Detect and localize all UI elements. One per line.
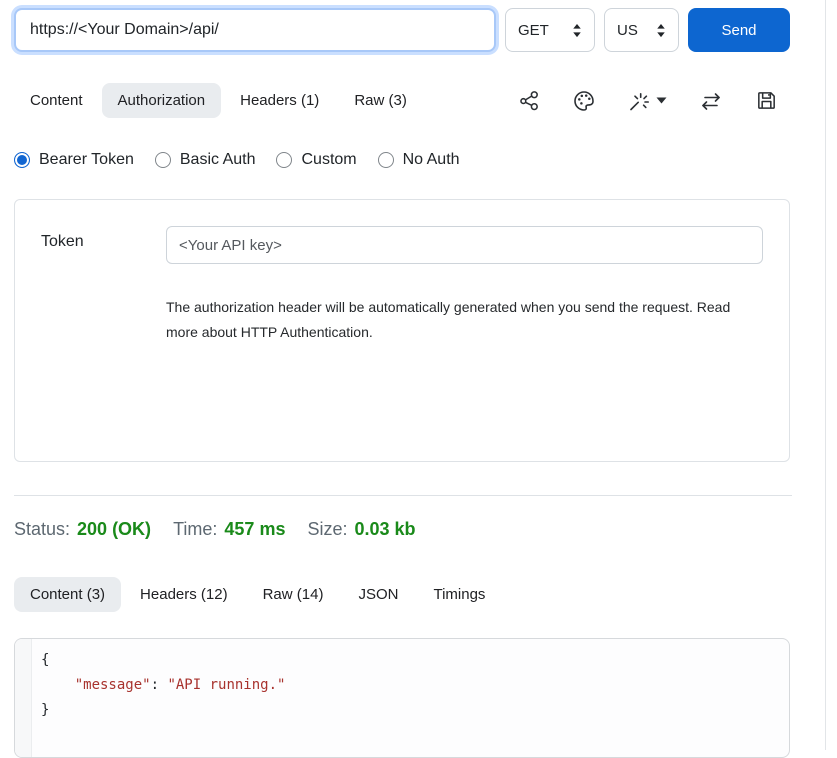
time-value: 457 ms [224, 519, 285, 539]
updown-arrows-icon [656, 23, 666, 38]
token-input[interactable] [166, 226, 763, 264]
response-summary: Status: 200 (OK) Time: 457 ms Size: 0.03 kb [14, 519, 790, 540]
palette-icon[interactable] [572, 89, 596, 113]
size-value: 0.03 kb [355, 519, 416, 539]
auth-option-label: Custom [301, 151, 356, 169]
token-label: Token [41, 226, 166, 251]
auth-option-bearer-token[interactable]: Bearer Token [14, 151, 134, 169]
tab-content[interactable]: Content [14, 83, 99, 118]
request-bar: GET US Send [14, 8, 790, 52]
save-icon[interactable] [755, 89, 778, 112]
updown-arrows-icon [572, 23, 582, 38]
status-group: Status: 200 (OK) [14, 519, 151, 540]
radio-icon[interactable] [378, 152, 394, 168]
radio-icon[interactable] [155, 152, 171, 168]
response-tabs-row: Content (3) Headers (12) Raw (14) JSON T… [14, 577, 790, 612]
token-main: The authorization header will be automat… [166, 226, 763, 345]
toolbar-icon-group [518, 89, 790, 113]
size-label: Size: [307, 519, 347, 539]
region-select-value: US [617, 22, 638, 39]
send-button[interactable]: Send [688, 8, 790, 52]
tab-headers[interactable]: Headers (1) [224, 83, 335, 118]
tab-raw[interactable]: Raw (3) [338, 83, 423, 118]
code-line: { [41, 648, 285, 673]
response-json-code[interactable]: { "message": "API running." } [32, 639, 285, 757]
api-client-page: GET US Send Content Authorization Header… [14, 8, 790, 758]
region-select[interactable]: US [604, 8, 679, 52]
tab-response-timings[interactable]: Timings [417, 577, 501, 612]
size-group: Size: 0.03 kb [307, 519, 415, 540]
json-separator: : [151, 677, 168, 693]
chevron-down-icon [656, 97, 667, 104]
code-line: "message": "API running." [41, 673, 285, 698]
code-gutter [15, 639, 32, 757]
time-group: Time: 457 ms [173, 519, 285, 540]
share-icon[interactable] [518, 89, 541, 112]
auth-option-label: No Auth [403, 151, 460, 169]
method-select-value: GET [518, 22, 549, 39]
token-panel: Token The authorization header will be a… [14, 199, 790, 462]
magic-wand-icon[interactable] [627, 89, 667, 113]
tab-response-content[interactable]: Content (3) [14, 577, 121, 612]
code-line: } [41, 698, 285, 723]
auth-option-label: Basic Auth [180, 151, 256, 169]
auth-option-custom[interactable]: Custom [276, 151, 356, 169]
transfer-arrows-icon[interactable] [698, 90, 724, 112]
tab-response-raw[interactable]: Raw (14) [247, 577, 340, 612]
auth-options: Bearer Token Basic Auth Custom No Auth [14, 151, 790, 169]
token-help-text: The authorization header will be automat… [166, 295, 763, 345]
response-body-panel: { "message": "API running." } [14, 638, 790, 758]
json-key: "message" [41, 677, 151, 693]
tab-authorization[interactable]: Authorization [102, 83, 222, 118]
section-divider [14, 495, 792, 496]
auth-option-label: Bearer Token [39, 151, 134, 169]
status-value: 200 (OK) [77, 519, 151, 539]
tab-response-headers[interactable]: Headers (12) [124, 577, 244, 612]
url-input[interactable] [14, 8, 496, 52]
json-value: "API running." [167, 677, 285, 693]
status-label: Status: [14, 519, 70, 539]
radio-icon[interactable] [276, 152, 292, 168]
time-label: Time: [173, 519, 217, 539]
scrollbar-track-edge [825, 0, 826, 750]
tab-response-json[interactable]: JSON [342, 577, 414, 612]
auth-option-no-auth[interactable]: No Auth [378, 151, 460, 169]
request-tabs-row: Content Authorization Headers (1) Raw (3… [14, 83, 790, 118]
method-select[interactable]: GET [505, 8, 595, 52]
auth-option-basic-auth[interactable]: Basic Auth [155, 151, 256, 169]
radio-selected-icon[interactable] [14, 152, 30, 168]
